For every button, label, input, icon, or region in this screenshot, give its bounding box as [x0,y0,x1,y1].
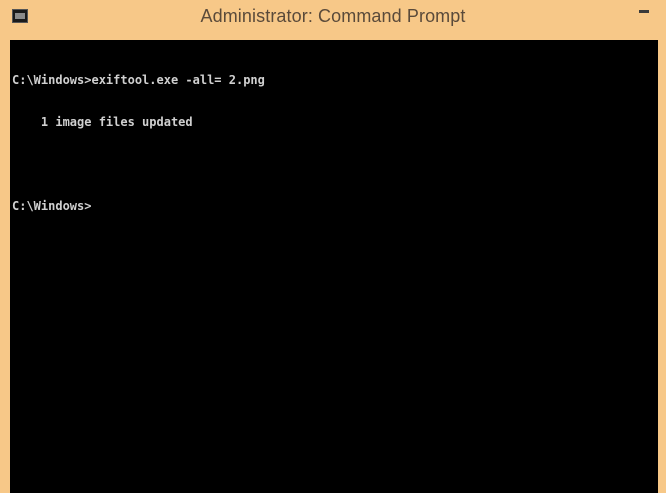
console-line: 1 image files updated [12,115,193,129]
minimize-button[interactable] [633,0,655,22]
window-title: Administrator: Command Prompt [200,6,466,26]
console-output[interactable]: C:\Windows>exiftool.exe -all= 2.png 1 im… [10,40,658,493]
title-bar[interactable]: Administrator: Command Prompt [0,0,666,40]
console-prompt-line: C:\Windows> [12,199,92,213]
window-right-border [658,40,666,493]
console-text-area: C:\Windows>exiftool.exe -all= 2.png 1 im… [10,40,658,241]
console-line: C:\Windows>exiftool.exe -all= 2.png [12,73,265,87]
minimize-icon [639,10,649,13]
command-prompt-window: Administrator: Command Prompt C:\Windows… [0,0,666,493]
